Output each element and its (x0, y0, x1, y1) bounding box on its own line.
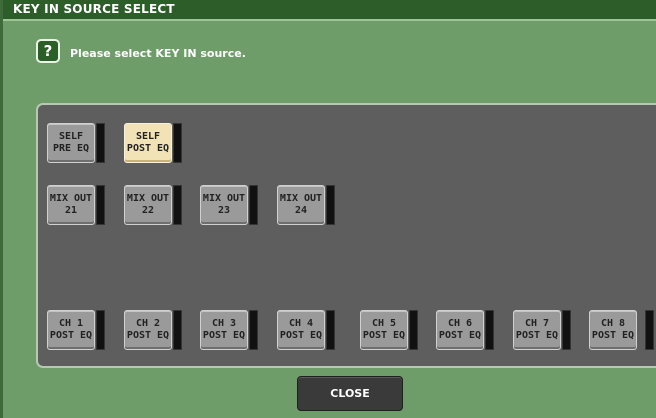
button-label: CH 3 POST EQ (202, 318, 246, 341)
ch-1-post-eq-button[interactable]: CH 1 POST EQ (47, 310, 95, 350)
level-meter (173, 310, 182, 350)
button-label: MIX OUT 24 (279, 193, 323, 216)
mix-out-22-button[interactable]: MIX OUT 22 (124, 185, 172, 225)
self-pre-eq-button[interactable]: SELF PRE EQ (47, 123, 95, 163)
button-label: SELF PRE EQ (52, 131, 90, 154)
level-meter (96, 310, 105, 350)
self-post-eq-button[interactable]: SELF POST EQ (124, 123, 172, 163)
level-meter (409, 310, 418, 350)
level-meter (173, 185, 182, 225)
level-meter (485, 310, 494, 350)
mix-out-21-button[interactable]: MIX OUT 21 (47, 185, 95, 225)
question-glyph: ? (43, 42, 53, 60)
level-meter (249, 185, 258, 225)
ch-6-post-eq-button[interactable]: CH 6 POST EQ (436, 310, 484, 350)
level-meter (562, 310, 571, 350)
ch-3-post-eq-button[interactable]: CH 3 POST EQ (200, 310, 248, 350)
question-icon: ? (36, 39, 60, 63)
button-label: CH 6 POST EQ (438, 318, 482, 341)
button-label: MIX OUT 21 (49, 193, 93, 216)
ch-5-post-eq-button[interactable]: CH 5 POST EQ (360, 310, 408, 350)
prompt-text: Please select KEY IN source. (70, 47, 246, 60)
level-meter (96, 185, 105, 225)
button-label: CH 5 POST EQ (362, 318, 406, 341)
level-meter (326, 185, 335, 225)
source-panel: SELF PRE EQ SELF POST EQ MIX OUT 21 MIX … (36, 103, 656, 368)
button-label: MIX OUT 22 (126, 193, 170, 216)
button-label: CH 2 POST EQ (126, 318, 170, 341)
button-label: CH 1 POST EQ (49, 318, 93, 341)
button-label: CH 7 POST EQ (515, 318, 559, 341)
key-in-source-select-dialog: KEY IN SOURCE SELECT ? Please select KEY… (0, 0, 656, 418)
mix-out-23-button[interactable]: MIX OUT 23 (200, 185, 248, 225)
level-meter (249, 310, 258, 350)
mix-out-24-button[interactable]: MIX OUT 24 (277, 185, 325, 225)
button-label: CH 4 POST EQ (279, 318, 323, 341)
button-label: MIX OUT 23 (202, 193, 246, 216)
ch-2-post-eq-button[interactable]: CH 2 POST EQ (124, 310, 172, 350)
button-label: CH 8 POST EQ (591, 318, 635, 341)
ch-7-post-eq-button[interactable]: CH 7 POST EQ (513, 310, 561, 350)
level-meter (173, 123, 182, 163)
close-button[interactable]: CLOSE (297, 376, 403, 411)
window-title: KEY IN SOURCE SELECT (13, 2, 175, 16)
level-meter (645, 310, 654, 350)
title-bar: KEY IN SOURCE SELECT (3, 0, 656, 21)
level-meter (96, 123, 105, 163)
level-meter (326, 310, 335, 350)
ch-4-post-eq-button[interactable]: CH 4 POST EQ (277, 310, 325, 350)
ch-8-post-eq-button[interactable]: CH 8 POST EQ (589, 310, 637, 350)
button-label: SELF POST EQ (126, 131, 170, 154)
